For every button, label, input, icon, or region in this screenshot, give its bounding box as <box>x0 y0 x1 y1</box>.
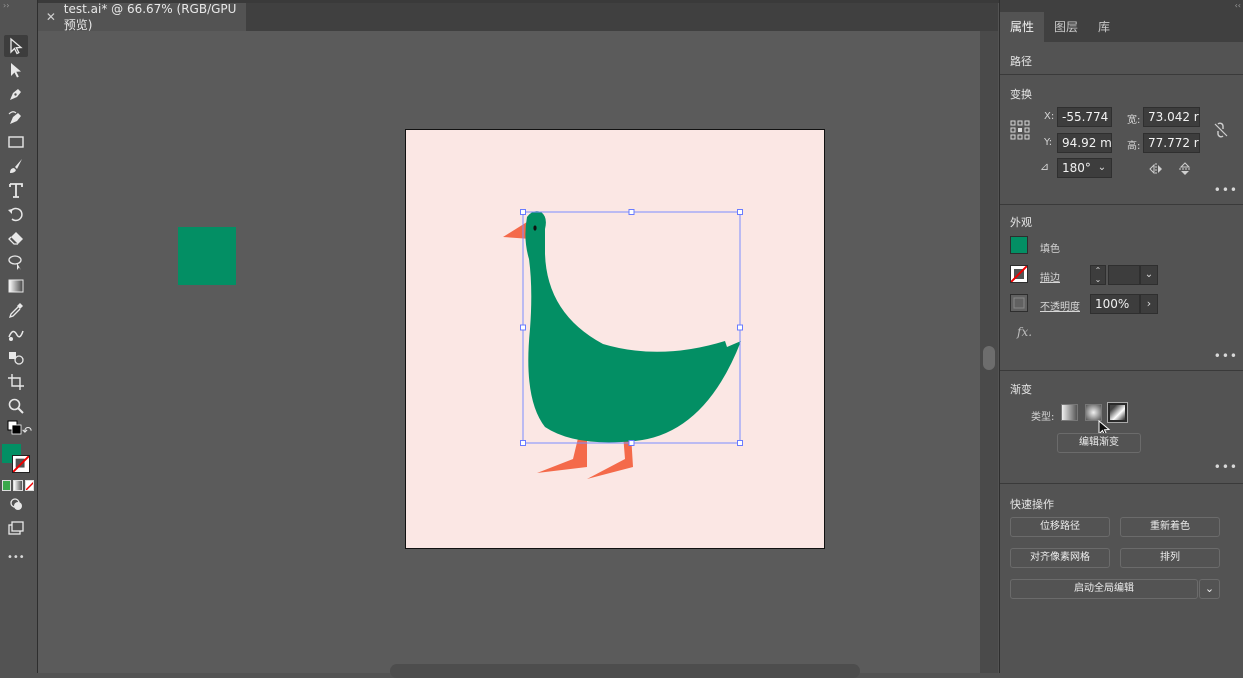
fx-icon[interactable]: fx. <box>1017 325 1032 339</box>
y-label: Y: <box>1044 137 1053 148</box>
swap-colors-icon[interactable]: ↶ <box>22 424 34 438</box>
angle-icon: ⊿ <box>1040 160 1050 173</box>
align-pixel-grid-button[interactable]: 对齐像素网格 <box>1010 548 1110 568</box>
stroke-weight-field[interactable] <box>1108 265 1140 285</box>
document-tab-title: test.ai* @ 66.67% (RGB/GPU 预览) <box>63 1 237 32</box>
rotate-dropdown-icon[interactable]: ⌄ <box>1094 160 1110 176</box>
reference-point-icon[interactable] <box>1010 120 1030 140</box>
constrain-proportions-icon[interactable] <box>1213 122 1229 138</box>
selection-handle <box>628 440 635 446</box>
opacity-icon <box>1010 294 1028 312</box>
selection-tool-icon[interactable] <box>4 35 28 57</box>
type-tool-icon[interactable] <box>4 179 28 201</box>
stroke-swatch[interactable] <box>1010 265 1028 283</box>
quick-actions-title: 快速操作 <box>1010 498 1054 511</box>
tab-libraries[interactable]: 库 <box>1088 12 1120 42</box>
paintbrush-tool-icon[interactable] <box>4 155 28 177</box>
tab-layers[interactable]: 图层 <box>1044 12 1088 42</box>
object-type-label: 路径 <box>1010 55 1032 68</box>
offset-path-button[interactable]: 位移路径 <box>1010 517 1110 537</box>
selection-handle <box>737 209 743 215</box>
document-tab[interactable]: ✕ test.ai* @ 66.67% (RGB/GPU 预览) <box>38 1 246 32</box>
warp-tool-icon[interactable] <box>4 251 28 273</box>
flip-horizontal-icon[interactable] <box>1148 161 1164 177</box>
properties-panel: ‹‹ 属性 图层 库 路径 变换 X: -55.774 宽: 73.042 r … <box>999 0 1243 673</box>
artboard-tool-icon[interactable] <box>4 371 28 393</box>
rotate-tool-icon[interactable] <box>4 203 28 225</box>
fill-swatch[interactable] <box>1010 236 1028 254</box>
stroke-label[interactable]: 描边 <box>1040 269 1060 284</box>
width-field[interactable]: 73.042 r <box>1143 107 1200 127</box>
color-mode-icons[interactable] <box>2 480 34 491</box>
panel-tabs: 属性 图层 库 <box>1000 12 1243 42</box>
x-field[interactable]: -55.774 <box>1057 107 1112 127</box>
divider <box>1000 204 1243 205</box>
stroke-none-swatch[interactable] <box>12 455 30 473</box>
goose-artwork[interactable] <box>405 129 825 549</box>
global-edit-button[interactable]: 启动全局编辑 <box>1010 579 1198 599</box>
eraser-tool-icon[interactable] <box>4 227 28 249</box>
global-edit-dropdown-icon[interactable]: ⌄ <box>1199 579 1220 599</box>
blend-tool-icon[interactable] <box>4 323 28 345</box>
linear-gradient-button[interactable] <box>1061 404 1078 421</box>
curvature-tool-icon[interactable] <box>4 107 28 129</box>
selection-handle <box>520 440 526 446</box>
shape-builder-tool-icon[interactable] <box>4 347 28 369</box>
drawing-mode-icon[interactable] <box>4 493 28 515</box>
selection-handle <box>628 209 635 215</box>
close-icon[interactable]: ✕ <box>42 10 60 24</box>
vertical-scrollbar[interactable] <box>980 31 998 673</box>
fill-label: 填色 <box>1040 244 1060 255</box>
selection-handle <box>737 324 743 331</box>
gradient-tool-icon[interactable] <box>4 275 28 297</box>
arrange-button[interactable]: 排列 <box>1120 548 1220 568</box>
goose-eye <box>533 225 537 231</box>
panel-grip[interactable]: ‹‹ <box>1000 0 1243 12</box>
pen-tool-icon[interactable] <box>4 83 28 105</box>
height-field[interactable]: 77.772 r <box>1143 133 1200 153</box>
zoom-tool-icon[interactable] <box>4 395 28 417</box>
x-label: X: <box>1044 111 1055 122</box>
y-field[interactable]: 94.92 m <box>1057 133 1112 153</box>
stroke-weight-dropdown-icon[interactable]: ⌄ <box>1140 265 1158 285</box>
tools-panel: ›› ↶ ••• <box>0 0 38 673</box>
goose-body <box>525 211 741 443</box>
edit-gradient-button[interactable]: 编辑渐变 <box>1057 433 1141 453</box>
gradient-more-icon[interactable]: ••• <box>1214 460 1238 474</box>
eyedropper-tool-icon[interactable] <box>4 299 28 321</box>
opacity-label[interactable]: 不透明度 <box>1040 298 1080 313</box>
selection-handle <box>737 440 743 446</box>
gradient-title: 渐变 <box>1010 383 1032 396</box>
divider <box>1000 483 1243 484</box>
direct-selection-tool-icon[interactable] <box>4 59 28 81</box>
horizontal-scrollbar[interactable] <box>390 664 860 678</box>
transform-more-icon[interactable]: ••• <box>1214 183 1238 197</box>
selection-handle <box>520 324 526 331</box>
edit-toolbar-more-icon[interactable]: ••• <box>7 552 25 563</box>
opacity-arrow-icon[interactable]: › <box>1140 294 1158 314</box>
tab-properties[interactable]: 属性 <box>1000 12 1045 42</box>
transform-title: 变换 <box>1010 88 1032 101</box>
rotate-value: 180° <box>1062 161 1091 175</box>
stroke-stepper[interactable]: ⌃ ⌄ <box>1090 265 1106 285</box>
divider <box>1000 74 1243 75</box>
rectangle-tool-icon[interactable] <box>4 131 28 153</box>
gradient-type-label: 类型: <box>1031 412 1055 423</box>
flip-vertical-icon[interactable] <box>1177 161 1193 177</box>
green-square-object[interactable] <box>178 227 236 285</box>
screen-mode-icon[interactable] <box>4 517 28 539</box>
appearance-title: 外观 <box>1010 216 1032 229</box>
document-tab-bar: ✕ test.ai* @ 66.67% (RGB/GPU 预览) <box>38 1 998 32</box>
selection-handle <box>520 209 526 215</box>
divider <box>1000 370 1243 371</box>
toolbar-grip[interactable]: ›› <box>0 0 37 12</box>
scroll-thumb[interactable] <box>983 346 995 370</box>
opacity-field[interactable]: 100% <box>1090 294 1140 314</box>
height-label: 高: <box>1127 141 1141 152</box>
radial-gradient-button[interactable] <box>1085 404 1102 421</box>
appearance-more-icon[interactable]: ••• <box>1214 349 1238 363</box>
width-label: 宽: <box>1127 115 1141 126</box>
recolor-button[interactable]: 重新着色 <box>1120 517 1220 537</box>
